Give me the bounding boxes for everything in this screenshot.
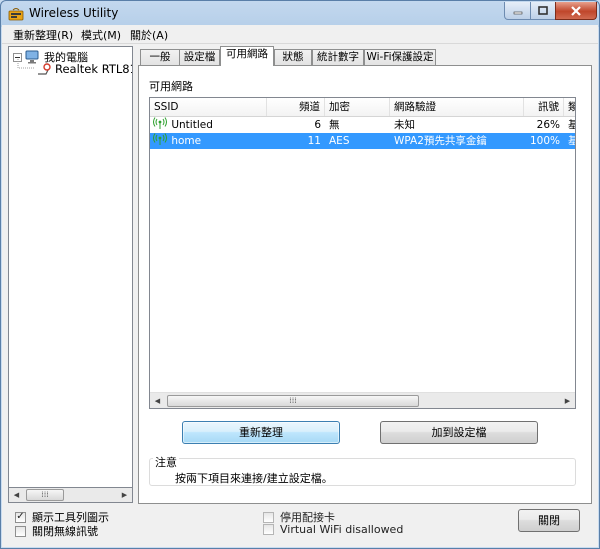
cell-signal: 26% (536, 119, 560, 131)
tab-general[interactable]: 一般 (140, 49, 180, 65)
network-adapter-icon (38, 63, 51, 75)
menu-refresh[interactable]: 重新整理(R) (13, 27, 73, 43)
app-window: Wireless Utility 重新整理(R) 模式(M) 關於(A) 我的電… (0, 0, 600, 549)
wireless-utility-icon (8, 8, 24, 21)
cell-channel: 6 (314, 119, 321, 131)
checkbox-unchecked[interactable] (263, 524, 274, 535)
checkbox-unchecked[interactable] (15, 525, 26, 537)
scroll-thumb[interactable]: ⁞⁞⁞ (26, 489, 64, 501)
column-encryption[interactable]: 加密 (325, 98, 390, 116)
checkbox-checked[interactable]: ✓ (15, 511, 26, 523)
table-row[interactable]: Untitled 6 無 未知 26% 基 (150, 117, 575, 133)
cell-type: 基 (564, 133, 575, 149)
add-to-profile-button[interactable]: 加到設定檔 (380, 421, 538, 444)
note-text: 按兩下項目來連接/建立設定檔。 (175, 472, 333, 485)
device-tree[interactable]: 我的電腦 Realtek RTL81 (8, 46, 133, 503)
cell-encryption: AES (329, 135, 350, 147)
tree-adapter-label: Realtek RTL81 (55, 62, 133, 76)
disable-wireless-label: 關閉無線訊號 (32, 525, 98, 538)
menu-about[interactable]: 關於(A) (130, 27, 168, 43)
maximize-icon (538, 6, 548, 15)
list-header: SSID 頻道 加密 網路驗證 訊號 類 (150, 98, 575, 117)
virtual-wifi-label: Virtual WiFi disallowed (280, 523, 404, 536)
column-channel[interactable]: 頻道 (267, 98, 325, 116)
scroll-right-arrow[interactable]: ▶ (117, 488, 132, 502)
maximize-button[interactable] (530, 2, 556, 20)
network-list[interactable]: SSID 頻道 加密 網路驗證 訊號 類 Untitled 6 無 未知 26% (149, 97, 576, 409)
refresh-button[interactable]: 重新整理 (182, 421, 340, 444)
close-window-button[interactable] (555, 2, 597, 20)
window-title: Wireless Utility (29, 6, 119, 20)
menu-bar: 重新整理(R) 模式(M) 關於(A) (2, 25, 598, 44)
scroll-left-arrow[interactable]: ◀ (9, 488, 24, 502)
close-button[interactable]: 關閉 (518, 509, 580, 532)
menu-mode[interactable]: 模式(M) (81, 27, 121, 43)
cell-signal: 100% (529, 135, 560, 147)
table-row-selected[interactable]: home 11 AES WPA2預先共享金鑰 100% 基 (150, 133, 575, 149)
minimize-icon (513, 11, 522, 14)
cell-auth: WPA2預先共享金鑰 (394, 135, 487, 147)
scroll-right-arrow[interactable]: ▶ (560, 394, 575, 408)
cell-type: 基 (564, 117, 575, 133)
tab-wps[interactable]: Wi-Fi保護設定 (364, 49, 436, 65)
scroll-thumb[interactable]: ⁞⁞⁞ (167, 395, 419, 407)
section-label: 可用網路 (149, 80, 193, 93)
wireless-signal-icon (153, 133, 167, 145)
close-icon (571, 5, 581, 16)
cell-ssid: home (171, 135, 202, 147)
scroll-left-arrow[interactable]: ◀ (150, 394, 165, 408)
tree-scrollbar[interactable]: ◀ ⁞⁞⁞ ▶ (8, 487, 133, 503)
column-ssid[interactable]: SSID (150, 98, 267, 116)
tab-strip: 一般 設定檔 可用網路 狀態 統計數字 Wi-Fi保護設定 (138, 46, 598, 66)
cell-channel: 11 (307, 135, 321, 147)
column-auth[interactable]: 網路驗證 (390, 98, 524, 116)
tree-connector (17, 59, 35, 69)
wireless-signal-icon (153, 117, 167, 129)
tab-statistics[interactable]: 統計數字 (312, 49, 364, 65)
client-area: 我的電腦 Realtek RTL81 ◀ ⁞⁞⁞ ▶ 一般 設定檔 可用網路 狀… (2, 44, 598, 547)
column-type[interactable]: 類 (564, 98, 575, 116)
cell-encryption: 無 (329, 119, 340, 131)
column-signal[interactable]: 訊號 (524, 98, 564, 116)
tab-status[interactable]: 狀態 (274, 49, 312, 65)
virtual-wifi-checkbox[interactable]: Virtual WiFi disallowed (263, 523, 403, 536)
minimize-button[interactable] (504, 2, 531, 20)
available-networks-panel: 可用網路 SSID 頻道 加密 網路驗證 訊號 類 Untitled 6 (138, 65, 592, 504)
title-bar[interactable]: Wireless Utility (1, 1, 599, 27)
note-title: 注意 (153, 454, 179, 470)
disable-wireless-checkbox[interactable]: 關閉無線訊號 (15, 523, 98, 539)
cell-ssid: Untitled (171, 119, 213, 131)
list-scrollbar[interactable]: ◀ ⁞⁞⁞ ▶ (150, 392, 575, 408)
tab-available-networks[interactable]: 可用網路 (220, 46, 274, 66)
tree-node-adapter[interactable]: Realtek RTL81 (36, 62, 133, 76)
checkbox-unchecked[interactable] (263, 511, 274, 523)
tab-profiles[interactable]: 設定檔 (179, 49, 220, 65)
cell-auth: 未知 (394, 119, 415, 131)
